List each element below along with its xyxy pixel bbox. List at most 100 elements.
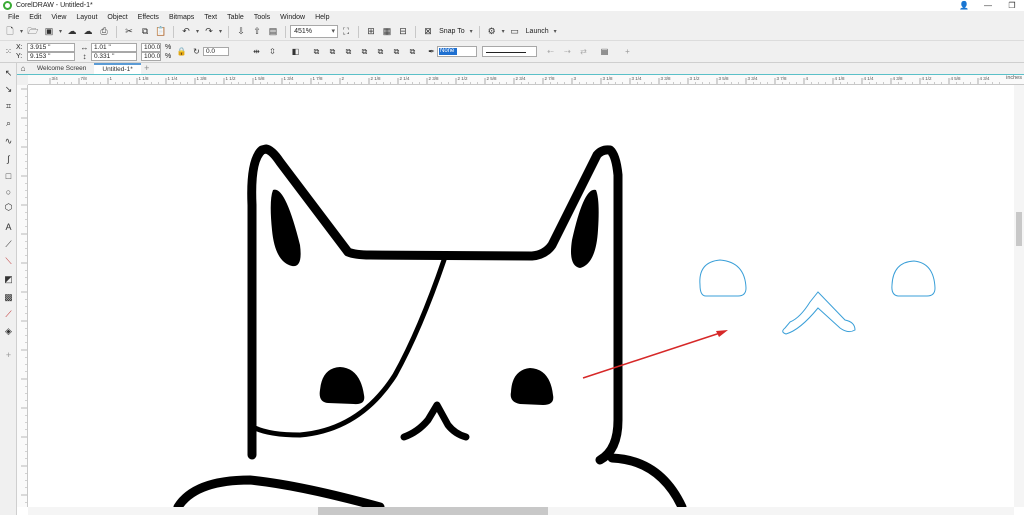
export-icon[interactable]: ⇧ <box>250 25 264 39</box>
export-pdf-icon[interactable]: ▤ <box>266 25 280 39</box>
print-icon[interactable]: ⎙ <box>97 25 111 39</box>
scale-x-field[interactable]: 100.0 <box>141 43 161 52</box>
rectangle-tool-icon[interactable]: □ <box>2 169 15 182</box>
menu-window[interactable]: Window <box>275 14 310 21</box>
menu-object[interactable]: Object <box>102 14 132 21</box>
pick-tool-icon[interactable]: ↖ <box>2 67 15 80</box>
menu-layout[interactable]: Layout <box>71 14 102 21</box>
cloud-download-icon[interactable]: ☁ <box>65 25 79 39</box>
height-field[interactable]: 0.331 " <box>91 52 137 61</box>
zoom-level-select[interactable]: 451% <box>290 25 339 38</box>
swap-arrowheads-icon[interactable]: ⇄ <box>578 46 589 57</box>
vertical-ruler[interactable] <box>17 85 28 507</box>
menu-effects[interactable]: Effects <box>133 14 164 21</box>
order-icon[interactable]: ◧ <box>290 46 301 57</box>
launch-button[interactable]: Launch <box>526 28 549 35</box>
add-tool-icon[interactable]: + <box>2 348 15 361</box>
menu-table[interactable]: Table <box>222 14 249 21</box>
chevron-down-icon[interactable]: ▾ <box>219 28 222 35</box>
start-arrowhead-icon[interactable]: ⇠ <box>545 46 556 57</box>
front-minus-back-icon[interactable]: ⧉ <box>375 46 386 57</box>
rotation-field[interactable]: 0.0 <box>203 47 229 56</box>
menu-bitmaps[interactable]: Bitmaps <box>164 14 199 21</box>
show-guidelines-icon[interactable]: ⊟ <box>396 25 410 39</box>
horizontal-ruler[interactable]: 3/4 7/8 1 1 1/8 1 1/4 1 3/8 1 1/2 1 5/8 1 3/4 1 7… <box>28 74 1024 85</box>
outline-width-select[interactable]: None <box>437 46 477 57</box>
wrap-text-icon[interactable]: ▤ <box>599 46 610 57</box>
copy-icon[interactable]: ⧉ <box>138 25 152 39</box>
launch-icon[interactable]: ▭ <box>508 25 522 39</box>
save-icon[interactable]: ▣ <box>42 25 56 39</box>
menu-help[interactable]: Help <box>310 14 334 21</box>
cloud-upload-icon[interactable]: ☁ <box>81 25 95 39</box>
snap-to-icon[interactable]: ⊠ <box>421 25 435 39</box>
polygon-tool-icon[interactable]: ⬡ <box>2 201 15 214</box>
restore-button[interactable]: ❐ <box>1000 0 1024 11</box>
connector-tool-icon[interactable]: ⟍ <box>2 255 15 268</box>
weld-icon[interactable]: ⧉ <box>311 46 322 57</box>
intersect-icon[interactable]: ⧉ <box>343 46 354 57</box>
mirror-vertical-icon[interactable]: ⇳ <box>267 46 278 57</box>
eyedropper-icon[interactable]: ⟋ <box>2 308 15 321</box>
menu-tools[interactable]: Tools <box>249 14 275 21</box>
new-tab-icon[interactable]: + <box>141 63 153 74</box>
vertical-scroll-thumb[interactable] <box>1016 212 1022 246</box>
new-document-icon[interactable]: 🗋 <box>3 25 17 39</box>
undo-icon[interactable]: ↶ <box>179 25 193 39</box>
options-gear-icon[interactable]: ⚙ <box>485 25 499 39</box>
chevron-down-icon[interactable]: ▾ <box>59 28 62 35</box>
show-rulers-icon[interactable]: ⊞ <box>364 25 378 39</box>
open-folder-icon[interactable]: 🗁 <box>26 25 40 39</box>
trim-icon[interactable]: ⧉ <box>327 46 338 57</box>
chevron-down-icon[interactable]: ▾ <box>554 28 557 35</box>
drop-shadow-icon[interactable]: ◩ <box>2 273 15 286</box>
object-origin-icon[interactable]: ⁙ <box>3 46 14 57</box>
parallel-dimension-icon[interactable]: ⟋ <box>2 238 15 251</box>
redo-icon[interactable]: ↷ <box>202 25 216 39</box>
transparency-icon[interactable]: ▩ <box>2 291 15 304</box>
mirror-horizontal-icon[interactable]: ⇹ <box>251 46 262 57</box>
interactive-fill-icon[interactable]: ◈ <box>2 325 15 338</box>
scale-y-field[interactable]: 100.0 <box>141 52 161 61</box>
chevron-down-icon[interactable]: ▾ <box>20 28 23 35</box>
shape-tool-icon[interactable]: ↘ <box>2 83 15 96</box>
y-position-field[interactable]: 9.153 " <box>27 52 75 61</box>
rotation-icon[interactable]: ↻ <box>191 46 202 57</box>
chevron-down-icon[interactable]: ▾ <box>470 28 473 35</box>
freehand-tool-icon[interactable]: ∿ <box>2 135 15 148</box>
line-style-select[interactable] <box>482 46 537 57</box>
back-minus-front-icon[interactable]: ⧉ <box>391 46 402 57</box>
text-tool-icon[interactable]: A <box>2 220 15 233</box>
add-icon[interactable]: + <box>622 46 633 57</box>
zoom-tool-icon[interactable]: ⌕ <box>2 117 15 130</box>
account-icon[interactable]: 👤 <box>952 0 976 11</box>
chevron-down-icon[interactable]: ▾ <box>502 28 505 35</box>
snap-to-button[interactable]: Snap To <box>439 28 465 35</box>
cut-icon[interactable]: ✂ <box>122 25 136 39</box>
full-screen-icon[interactable]: ⛶ <box>339 25 353 39</box>
chevron-down-icon[interactable]: ▾ <box>196 28 199 35</box>
menu-text[interactable]: Text <box>199 14 222 21</box>
show-grid-icon[interactable]: ▦ <box>380 25 394 39</box>
simplify-icon[interactable]: ⧉ <box>359 46 370 57</box>
menu-view[interactable]: View <box>46 14 71 21</box>
tab-welcome-screen[interactable]: Welcome Screen <box>29 63 94 74</box>
width-field[interactable]: 1.01 " <box>91 43 137 52</box>
crop-tool-icon[interactable]: ⌗ <box>2 100 15 113</box>
x-position-field[interactable]: 3.915 " <box>27 43 75 52</box>
outline-pen-icon[interactable]: ✒ <box>426 46 437 57</box>
import-icon[interactable]: ⇩ <box>234 25 248 39</box>
vertical-scrollbar[interactable] <box>1014 85 1024 507</box>
ruler-origin[interactable] <box>17 74 28 85</box>
menu-file[interactable]: File <box>3 14 24 21</box>
horizontal-scrollbar[interactable] <box>28 507 1014 515</box>
boundary-icon[interactable]: ⧉ <box>407 46 418 57</box>
ellipse-tool-icon[interactable]: ○ <box>2 185 15 198</box>
horizontal-scroll-thumb[interactable] <box>318 507 548 515</box>
artistic-media-icon[interactable]: ∫ <box>2 152 15 165</box>
tab-untitled-1[interactable]: Untitled-1* <box>94 63 141 74</box>
lock-ratio-icon[interactable]: 🔒 <box>176 46 187 57</box>
drawing-canvas[interactable] <box>28 85 1014 507</box>
home-icon[interactable]: ⌂ <box>17 63 29 74</box>
minimize-button[interactable]: — <box>976 0 1000 11</box>
